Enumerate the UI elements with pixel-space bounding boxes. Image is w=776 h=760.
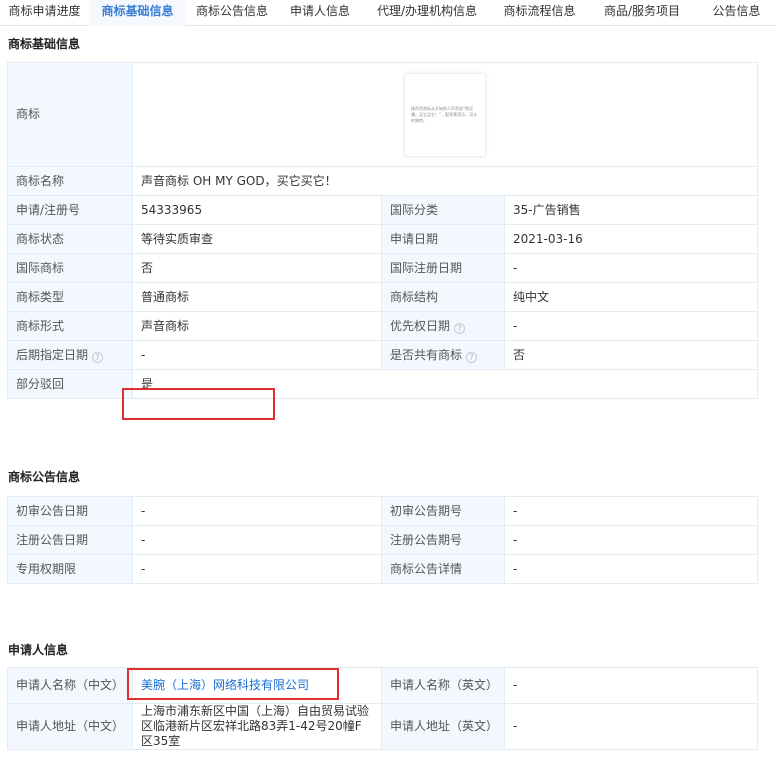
priority-date-label: 优先权日期 — [390, 318, 451, 333]
tab-bar: 商标申请进度 商标基础信息 商标公告信息 申请人信息 代理/办理机构信息 商标流… — [0, 0, 776, 26]
priority-date-label-cell: 优先权日期? — [381, 311, 505, 341]
tab-announcements[interactable]: 公告信息 — [697, 0, 776, 26]
table-row: 申请/注册号 54333965 国际分类 35-广告销售 — [7, 195, 758, 225]
trademark-image[interactable]: 接声音商标从开始到人声音说“欧买嘎，买它买它！”，配背景音乐。设计的独特。 — [404, 72, 486, 157]
reg-no-label: 注册公告期号 — [381, 525, 505, 555]
status-value: 等待实质审查 — [132, 224, 382, 254]
table-row: 商标 接声音商标从开始到人声音说“欧买嘎，买它买它！”，配背景音乐。设计的独特。 — [7, 62, 758, 167]
later-date-label: 后期指定日期 — [16, 347, 89, 362]
tab-announcement-info[interactable]: 商标公告信息 — [186, 0, 278, 26]
later-date-label-cell: 后期指定日期? — [7, 340, 133, 370]
reg-no-value: - — [504, 525, 758, 555]
priority-date-value: - — [504, 311, 758, 341]
name-en-value: - — [504, 667, 758, 704]
tab-goods-services[interactable]: 商品/服务项目 — [587, 0, 697, 26]
name-label: 商标名称 — [7, 166, 133, 196]
basic-info-table: 商标 接声音商标从开始到人声音说“欧买嘎，买它买它！”，配背景音乐。设计的独特。… — [7, 62, 758, 399]
intl-class-label: 国际分类 — [381, 195, 505, 225]
table-row: 后期指定日期? - 是否共有商标? 否 — [7, 340, 758, 370]
addr-en-label: 申请人地址（英文） — [381, 703, 505, 750]
type-label: 商标类型 — [7, 282, 133, 312]
structure-value: 纯中文 — [504, 282, 758, 312]
table-row: 专用权期限 - 商标公告详情 - — [7, 554, 758, 584]
detail-value: - — [504, 554, 758, 584]
mark-image-cell: 接声音商标从开始到人声音说“欧买嘎，买它买它！”，配背景音乐。设计的独特。 — [132, 62, 758, 167]
highlight-partial-reject — [122, 388, 275, 420]
type-value: 普通商标 — [132, 282, 382, 312]
intl-mark-label: 国际商标 — [7, 253, 133, 283]
name-en-label: 申请人名称（英文） — [381, 667, 505, 704]
table-row: 国际商标 否 国际注册日期 - — [7, 253, 758, 283]
table-row: 商标形式 声音商标 优先权日期? - — [7, 311, 758, 341]
name-value: 声音商标 OH MY GOD，买它买它！ — [132, 166, 758, 196]
structure-label: 商标结构 — [381, 282, 505, 312]
form-value: 声音商标 — [132, 311, 382, 341]
apply-date-value: 2021-03-16 — [504, 224, 758, 254]
prelim-no-label: 初审公告期号 — [381, 496, 505, 526]
addr-cn-value: 上海市浦东新区中国（上海）自由贸易试验区临港新片区宏祥北路83弄1-42号20幢… — [132, 703, 382, 750]
name-cn-label: 申请人名称（中文） — [7, 667, 133, 704]
reg-no-label: 申请/注册号 — [7, 195, 133, 225]
prelim-date-label: 初审公告日期 — [7, 496, 133, 526]
addr-en-value: - — [504, 703, 758, 750]
reg-no-value: 54333965 — [132, 195, 382, 225]
tab-process-info[interactable]: 商标流程信息 — [492, 0, 587, 26]
section-title-announcement: 商标公告信息 — [8, 470, 81, 484]
reg-date-value: - — [132, 525, 382, 555]
reg-date-label: 注册公告日期 — [7, 525, 133, 555]
table-row: 商标类型 普通商标 商标结构 纯中文 — [7, 282, 758, 312]
form-label: 商标形式 — [7, 311, 133, 341]
apply-date-label: 申请日期 — [381, 224, 505, 254]
shared-label-cell: 是否共有商标? — [381, 340, 505, 370]
tab-application-progress[interactable]: 商标申请进度 — [0, 0, 89, 26]
status-label: 商标状态 — [7, 224, 133, 254]
shared-value: 否 — [504, 340, 758, 370]
mark-label: 商标 — [7, 62, 133, 167]
tab-applicant-info[interactable]: 申请人信息 — [278, 0, 362, 26]
period-label: 专用权期限 — [7, 554, 133, 584]
table-row: 部分驳回 是 — [7, 369, 758, 399]
period-value: - — [132, 554, 382, 584]
table-row: 注册公告日期 - 注册公告期号 - — [7, 525, 758, 555]
intl-reg-date-value: - — [504, 253, 758, 283]
table-row: 申请人地址（中文） 上海市浦东新区中国（上海）自由贸易试验区临港新片区宏祥北路8… — [7, 703, 758, 750]
prelim-date-value: - — [132, 496, 382, 526]
detail-label: 商标公告详情 — [381, 554, 505, 584]
applicant-info-table: 申请人名称（中文） 美腕（上海）网络科技有限公司 申请人名称（英文） - 申请人… — [7, 667, 758, 750]
prelim-no-value: - — [504, 496, 758, 526]
highlight-applicant-name — [127, 668, 339, 700]
section-title-basic: 商标基础信息 — [8, 37, 81, 51]
addr-cn-label: 申请人地址（中文） — [7, 703, 133, 750]
help-icon[interactable]: ? — [454, 322, 466, 334]
shared-label: 是否共有商标 — [390, 347, 463, 362]
intl-class-value: 35-广告销售 — [504, 195, 758, 225]
intl-reg-date-label: 国际注册日期 — [381, 253, 505, 283]
table-row: 申请人名称（中文） 美腕（上海）网络科技有限公司 申请人名称（英文） - — [7, 667, 758, 704]
announcement-info-table: 初审公告日期 - 初审公告期号 - 注册公告日期 - 注册公告期号 - 专用权期… — [7, 496, 758, 584]
help-icon[interactable]: ? — [92, 351, 104, 363]
partial-reject-label: 部分驳回 — [7, 369, 133, 399]
tab-agency-info[interactable]: 代理/办理机构信息 — [362, 0, 492, 26]
table-row: 初审公告日期 - 初审公告期号 - — [7, 496, 758, 526]
trademark-image-text: 接声音商标从开始到人声音说“欧买嘎，买它买它！”，配背景音乐。设计的独特。 — [411, 105, 478, 123]
table-row: 商标名称 声音商标 OH MY GOD，买它买它！ — [7, 166, 758, 196]
section-title-applicant: 申请人信息 — [8, 643, 69, 657]
table-row: 商标状态 等待实质审查 申请日期 2021-03-16 — [7, 224, 758, 254]
later-date-value: - — [132, 340, 382, 370]
intl-mark-value: 否 — [132, 253, 382, 283]
help-icon[interactable]: ? — [466, 351, 478, 363]
tab-basic-info[interactable]: 商标基础信息 — [89, 0, 186, 26]
